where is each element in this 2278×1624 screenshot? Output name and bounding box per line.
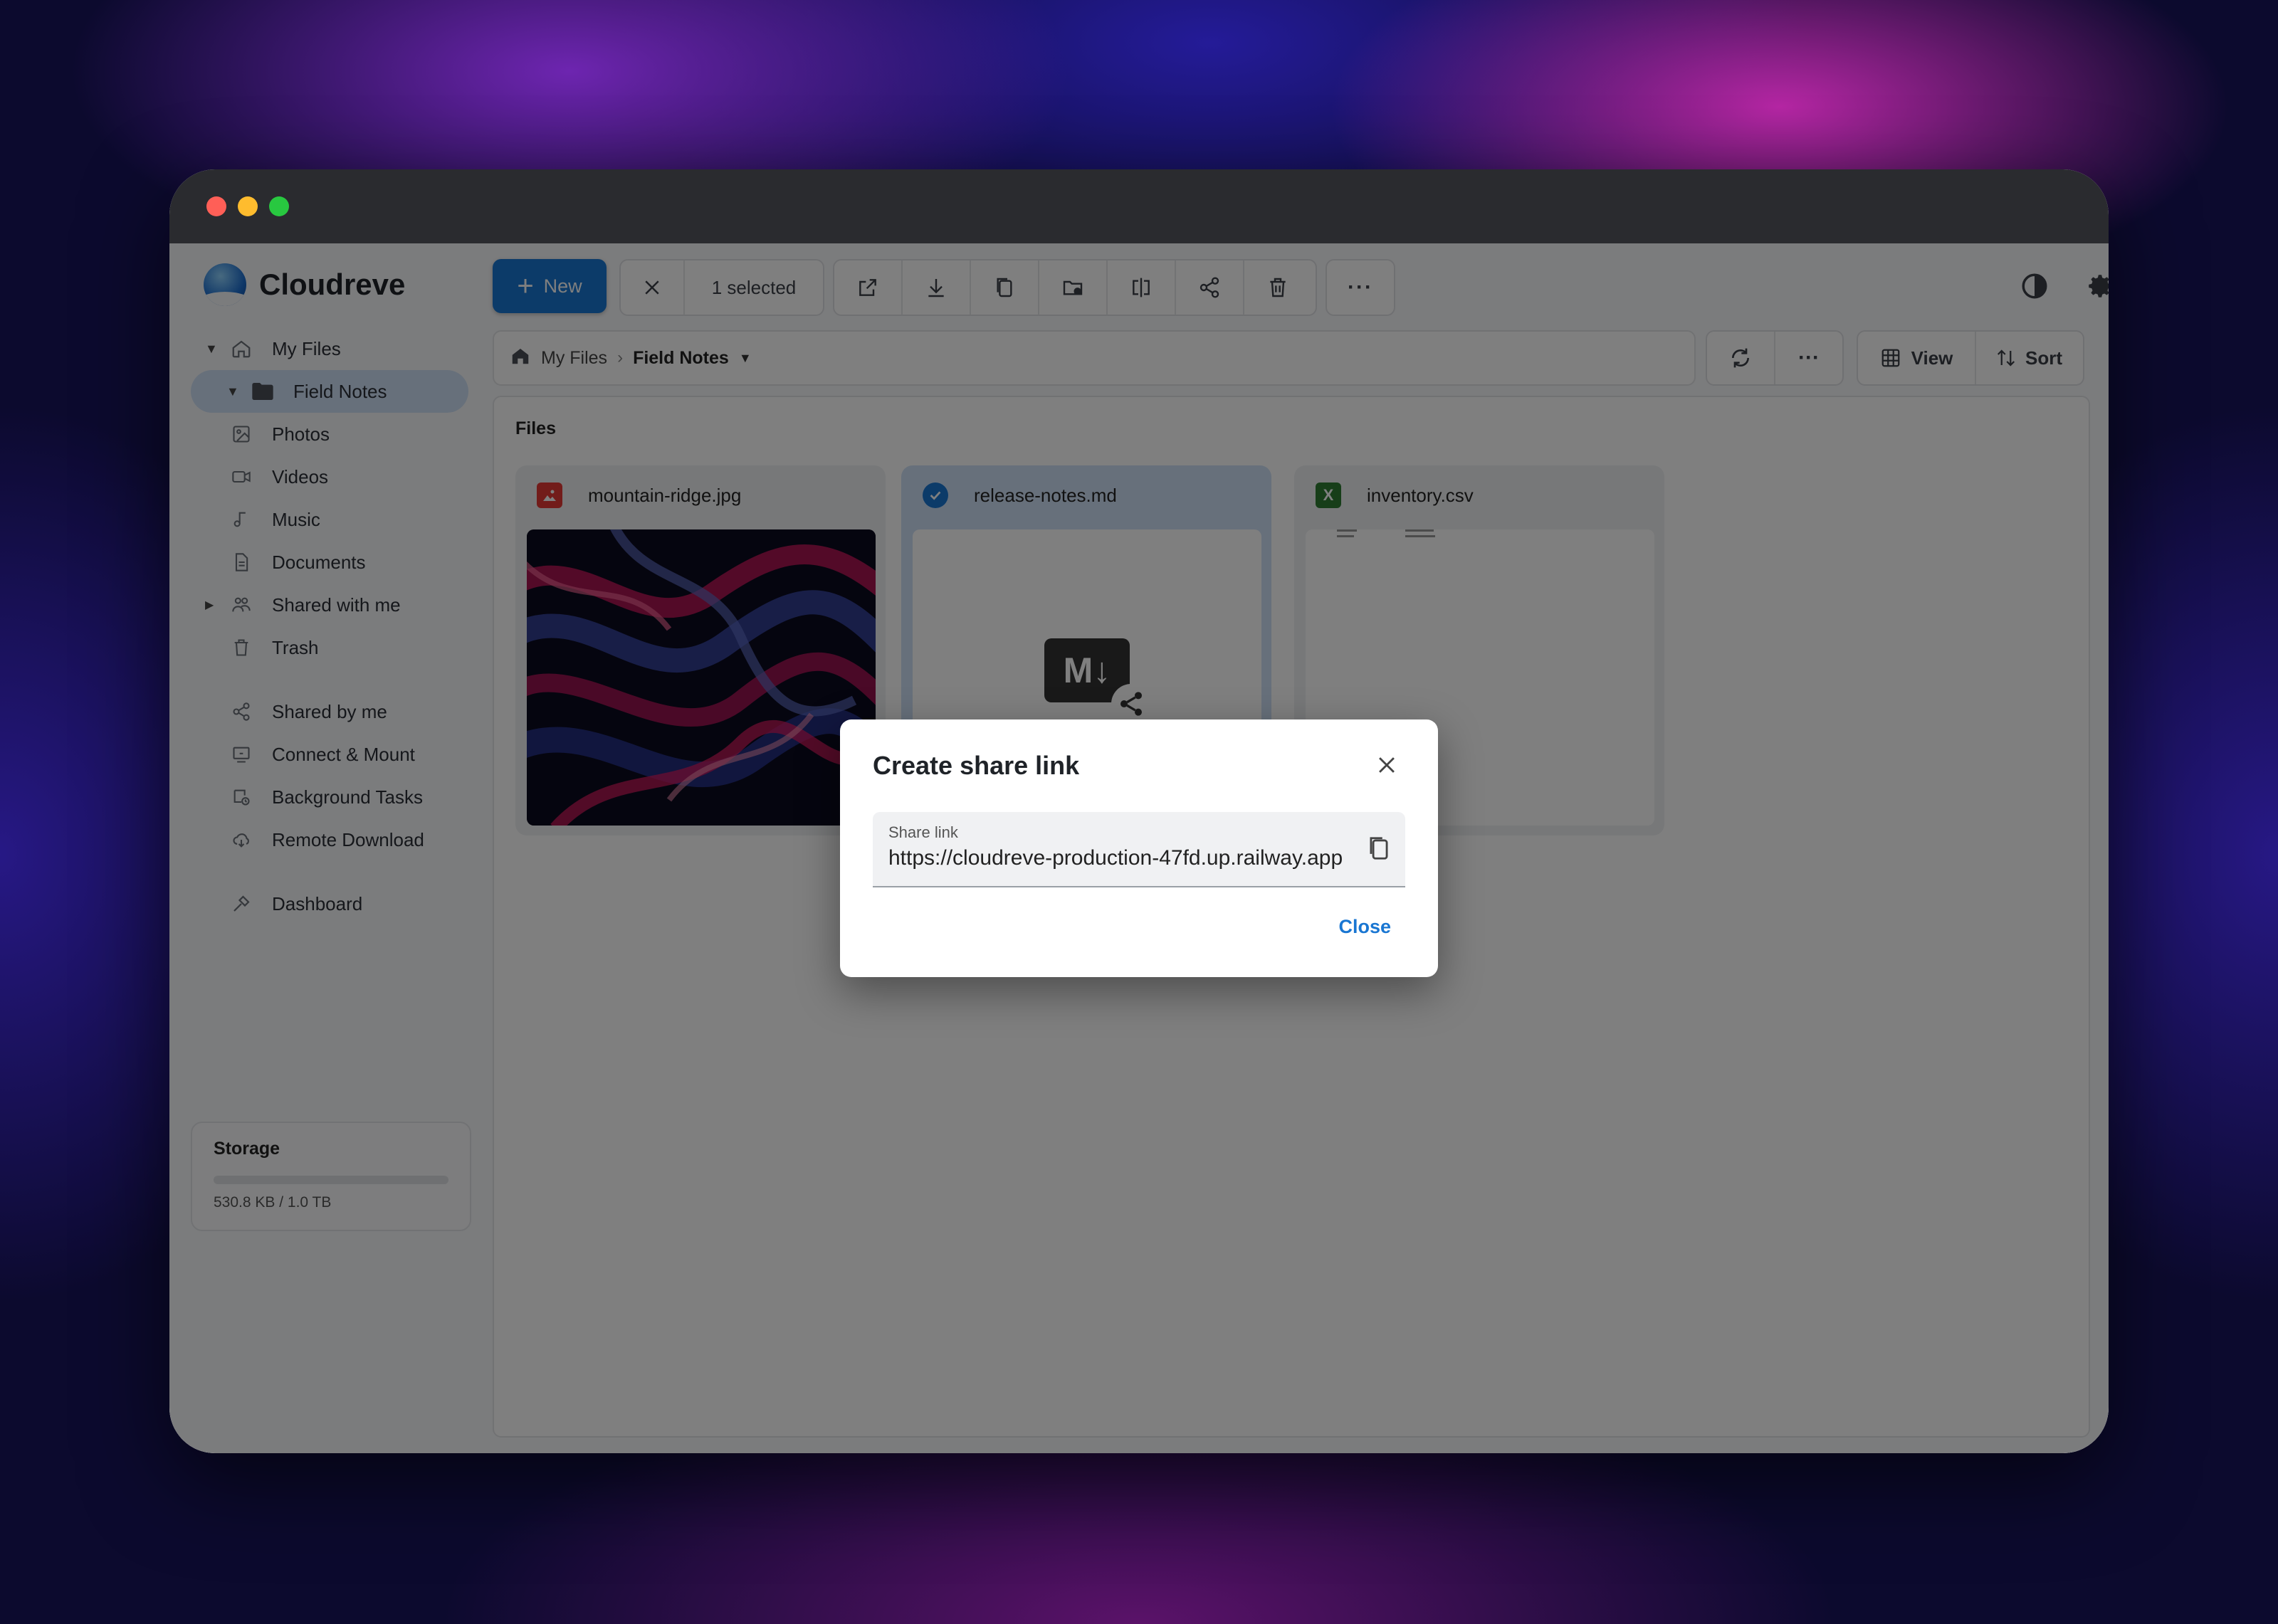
dialog-close-icon-button[interactable] [1371, 749, 1402, 781]
close-icon [1379, 757, 1395, 773]
share-link-dialog: Create share link Share link https://clo… [840, 719, 1438, 977]
copy-link-button[interactable] [1365, 833, 1392, 867]
title-bar [169, 169, 2109, 243]
dialog-title: Create share link [873, 751, 1080, 780]
close-window-button[interactable] [206, 196, 226, 216]
dialog-close-button[interactable]: Close [1338, 916, 1391, 938]
share-link-field[interactable]: Share link https://cloudreve-production-… [873, 812, 1405, 887]
share-link-input[interactable]: https://cloudreve-production-47fd.up.rai… [888, 846, 1358, 870]
zoom-window-button[interactable] [269, 196, 289, 216]
minimize-window-button[interactable] [238, 196, 258, 216]
copy-icon [1370, 837, 1388, 860]
share-link-label: Share link [888, 823, 958, 841]
